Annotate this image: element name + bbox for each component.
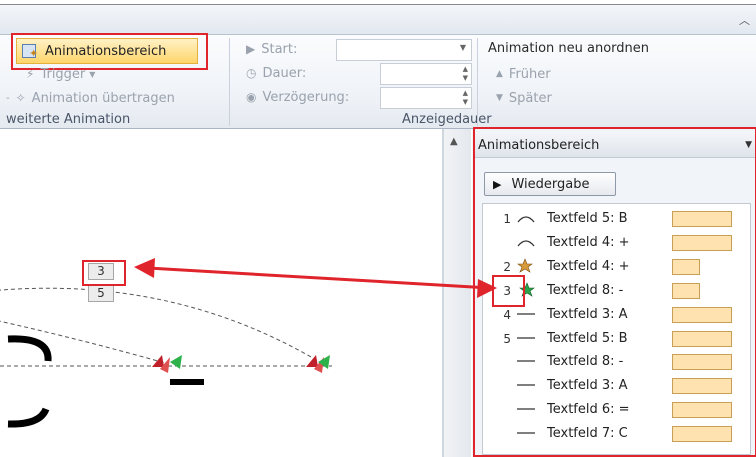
group-label-advanced-animation: weiterte Animation	[6, 112, 131, 127]
delay-stepper[interactable]: ▲ ▼	[380, 87, 472, 109]
arrow-up-icon: ▲	[496, 69, 503, 79]
group-separator	[229, 38, 230, 126]
scroll-up-arrow-icon[interactable]: ▲	[450, 136, 458, 147]
lightning-icon: ⚡	[26, 67, 35, 81]
move-earlier-button[interactable]: ▲ Früher	[496, 63, 551, 85]
move-earlier-label: Früher	[508, 66, 551, 82]
slide-canvas[interactable]: 3 5	[0, 129, 443, 457]
reorder-title: Animation neu anordnen	[488, 41, 650, 56]
shape-arc	[7, 407, 50, 428]
group-label-timing: Anzeigedauer	[402, 112, 492, 127]
group-separator	[477, 38, 478, 126]
dropdown-arrow-icon: ▼	[459, 43, 466, 52]
duration-stepper[interactable]: ▲ ▼	[380, 63, 472, 85]
delay-label: ◉ Verzögerung:	[246, 86, 349, 108]
delay-clock-icon: ◉	[246, 90, 257, 104]
dash-icon: -	[6, 92, 10, 104]
path-end-marker	[306, 355, 318, 367]
trigger-button-label: Trigger	[40, 66, 86, 82]
animation-tag-5[interactable]: 5	[88, 285, 114, 302]
duration-label: ◷ Dauer:	[246, 62, 306, 84]
animation-painter-label: Animation übertragen	[31, 90, 175, 106]
path-end-marker	[152, 355, 164, 367]
highlight-box-slide-tag	[82, 260, 126, 286]
start-dropdown[interactable]: ▼	[336, 39, 472, 61]
spin-arrows-icon[interactable]: ▲ ▼	[463, 65, 468, 83]
path-start-marker	[170, 355, 182, 369]
shape-minus	[170, 379, 204, 385]
start-label-text: Start:	[261, 41, 298, 57]
trigger-button[interactable]: ⚡ Trigger ▼	[26, 63, 95, 85]
delay-label-text: Verzögerung:	[262, 89, 350, 105]
play-small-icon: ▶	[246, 42, 256, 56]
duration-label-text: Dauer:	[262, 65, 307, 81]
brush-star-icon: ✧	[15, 91, 26, 105]
shape-arc	[7, 335, 52, 362]
slide-drawing	[0, 287, 332, 428]
vertical-scrollbar[interactable]	[443, 129, 471, 457]
animation-painter-button[interactable]: - ✧ Animation übertragen	[6, 87, 175, 109]
spin-arrows-icon[interactable]: ▲ ▼	[463, 89, 468, 107]
move-later-button[interactable]: ▼ Später	[496, 87, 552, 109]
ribbon-tab-strip	[0, 5, 756, 35]
dropdown-arrow-icon: ▼	[89, 69, 96, 79]
move-later-label: Später	[508, 90, 552, 106]
clock-icon: ◷	[246, 66, 257, 80]
start-label: ▶ Start:	[246, 38, 297, 60]
highlight-box-item-3	[492, 275, 525, 307]
chevron-up-icon[interactable]: ︿	[739, 12, 750, 28]
arrow-down-icon: ▼	[496, 93, 503, 103]
